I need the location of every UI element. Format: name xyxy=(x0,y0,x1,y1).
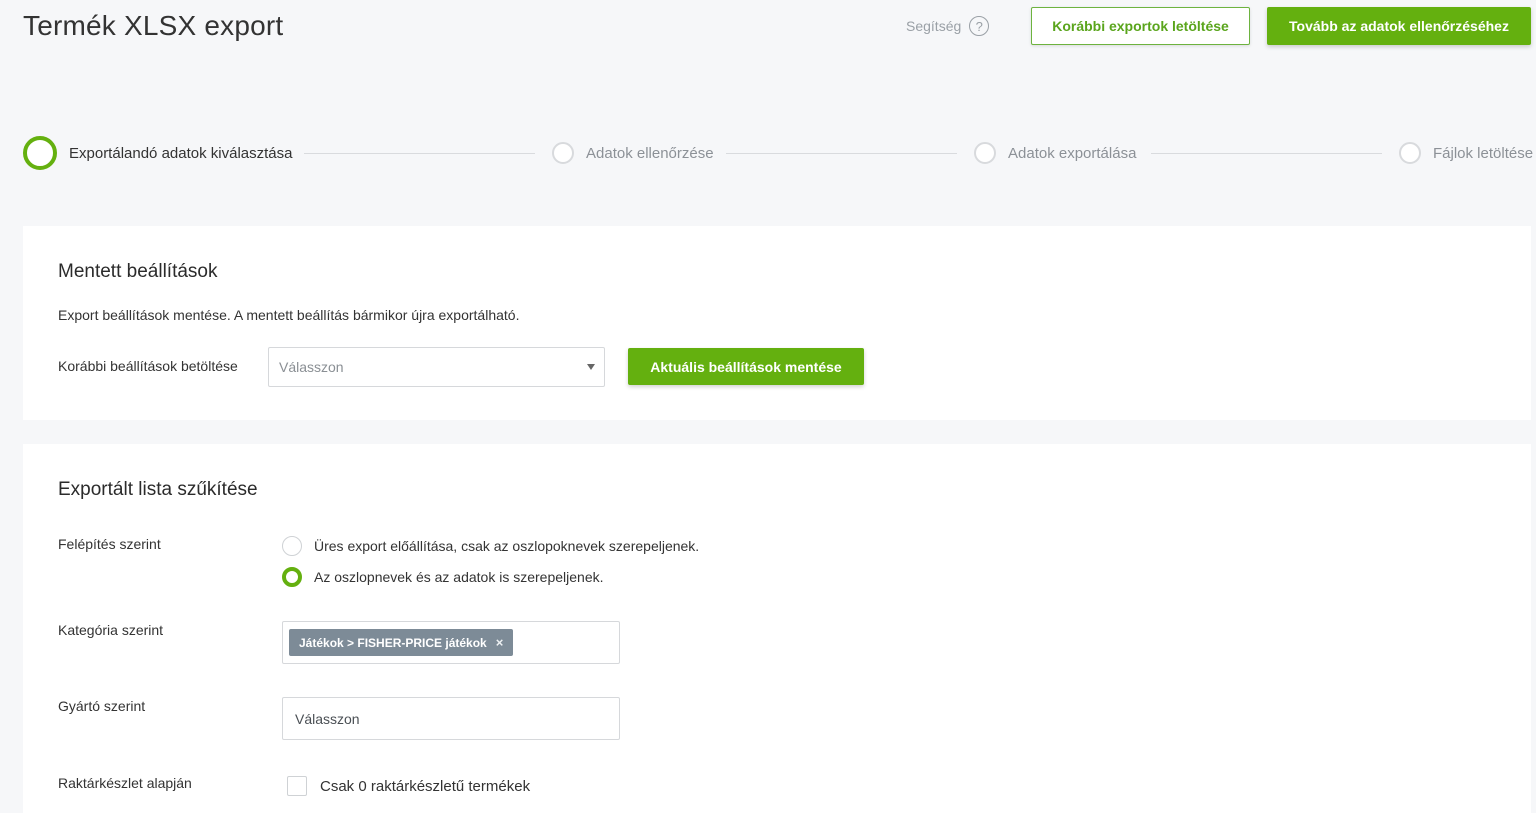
radio-label: Az oszlopnevek és az adatok is szerepelj… xyxy=(314,569,604,585)
step-connector xyxy=(304,153,535,154)
step-connector xyxy=(1151,153,1382,154)
saved-settings-card: Mentett beállítások Export beállítások m… xyxy=(23,226,1531,420)
load-settings-label: Korábbi beállítások betöltése xyxy=(58,358,238,374)
filter-title: Exportált lista szűkítése xyxy=(58,479,258,500)
category-label: Kategória szerint xyxy=(58,622,164,638)
step-label: Adatok ellenőrzése xyxy=(586,144,714,162)
progress-stepper: Exportálandó adatok kiválasztása Adatok … xyxy=(23,136,1536,172)
step-label: Exportálandó adatok kiválasztása xyxy=(69,144,293,162)
structure-option-empty[interactable]: Üres export előállítása, csak az oszlopo… xyxy=(282,536,699,556)
step-circle-icon xyxy=(1399,142,1421,164)
step-export-data: Adatok exportálása xyxy=(974,142,1136,164)
category-tag-label: Játékok > FISHER-PRICE játékok xyxy=(299,635,487,650)
load-settings-placeholder: Válasszon xyxy=(279,359,344,375)
radio-unchecked-icon[interactable] xyxy=(282,536,302,556)
step-select-data: Exportálandó adatok kiválasztása xyxy=(23,136,292,170)
category-tag: Játékok > FISHER-PRICE játékok × xyxy=(289,629,514,656)
stock-label: Raktárkészlet alapján xyxy=(58,775,192,791)
checkbox-label: Csak 0 raktárkészletű termékek xyxy=(320,777,531,795)
remove-tag-icon[interactable]: × xyxy=(496,635,504,650)
page-title: Termék XLSX export xyxy=(23,10,284,41)
structure-label: Felépítés szerint xyxy=(58,536,161,552)
help-icon: ? xyxy=(969,16,990,36)
step-circle-icon xyxy=(974,142,996,164)
manufacturer-select[interactable]: Válasszon xyxy=(282,697,620,740)
step-check-data: Adatok ellenőrzése xyxy=(552,142,714,164)
dropdown-arrow-icon xyxy=(587,364,595,370)
step-active-circle-icon xyxy=(23,136,57,170)
zero-stock-checkbox[interactable] xyxy=(287,776,307,796)
step-connector xyxy=(726,153,957,154)
step-label: Fájlok letöltése xyxy=(1433,144,1534,162)
radio-checked-icon[interactable] xyxy=(282,567,302,587)
next-step-button[interactable]: Tovább az adatok ellenőrzéséhez xyxy=(1267,7,1531,45)
saved-settings-description: Export beállítások mentése. A mentett be… xyxy=(58,307,520,323)
structure-option-with-data[interactable]: Az oszlopnevek és az adatok is szerepelj… xyxy=(282,567,604,587)
zero-stock-checkbox-row[interactable]: Csak 0 raktárkészletű termékek xyxy=(287,776,530,796)
help-label: Segítség xyxy=(906,18,962,34)
filter-card: Exportált lista szűkítése Felépítés szer… xyxy=(23,444,1531,813)
previous-exports-button[interactable]: Korábbi exportok letöltése xyxy=(1031,7,1250,45)
help-link[interactable]: Segítség ? xyxy=(906,16,990,36)
manufacturer-placeholder: Válasszon xyxy=(295,710,360,727)
manufacturer-label: Gyártó szerint xyxy=(58,698,146,714)
category-multiselect[interactable]: Játékok > FISHER-PRICE játékok × xyxy=(282,621,620,664)
step-label: Adatok exportálása xyxy=(1008,144,1137,162)
step-download-files: Fájlok letöltése xyxy=(1399,142,1533,164)
radio-label: Üres export előállítása, csak az oszlopo… xyxy=(314,538,700,554)
load-settings-select[interactable]: Válasszon xyxy=(268,347,605,387)
step-circle-icon xyxy=(552,142,574,164)
saved-settings-title: Mentett beállítások xyxy=(58,261,218,282)
save-settings-button[interactable]: Aktuális beállítások mentése xyxy=(628,348,864,385)
